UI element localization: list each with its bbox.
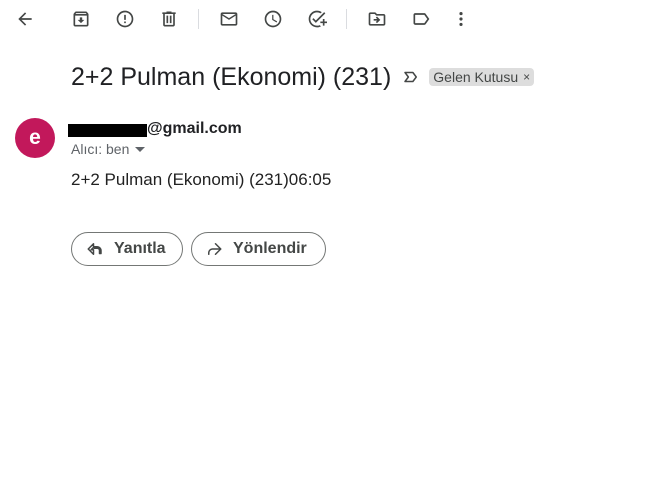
- forward-button[interactable]: Yönlendir: [191, 232, 326, 266]
- caret-down-icon: [135, 146, 146, 152]
- toolbar-divider: [198, 9, 199, 29]
- forward-icon: [208, 243, 222, 255]
- back-button[interactable]: [11, 5, 39, 33]
- sender-email-domain: @gmail.com: [147, 120, 242, 137]
- add-task-button[interactable]: [303, 5, 331, 33]
- more-options-button[interactable]: [447, 5, 475, 33]
- add-task-icon: [308, 10, 327, 28]
- forward-label: Yönlendir: [233, 240, 307, 257]
- reply-icon: [87, 243, 102, 255]
- more-vert-icon: [459, 12, 463, 26]
- mail-icon: [220, 12, 238, 26]
- importance-marker[interactable]: [402, 68, 420, 86]
- email-subject: 2+2 Pulman (Ekonomi) (231): [71, 62, 392, 91]
- toolbar-divider: [346, 9, 347, 29]
- delete-button[interactable]: [155, 5, 183, 33]
- label-icon: [413, 13, 430, 25]
- importance-icon: [404, 71, 418, 83]
- remove-label-button[interactable]: ×: [523, 70, 530, 84]
- message-toolbar: [0, 0, 669, 38]
- move-to-button[interactable]: [363, 5, 391, 33]
- archive-button[interactable]: [67, 5, 95, 33]
- clock-icon: [264, 10, 282, 28]
- label-chip-text: Gelen Kutusu: [433, 69, 519, 85]
- delete-icon: [162, 11, 176, 27]
- archive-icon: [73, 11, 89, 27]
- subject-row: 2+2 Pulman (Ekonomi) (231) Gelen Kutusu …: [71, 58, 535, 96]
- recipient-text: Alıcı: ben: [71, 141, 130, 157]
- reply-button[interactable]: Yanıtla: [71, 232, 183, 266]
- redacted-sender-name: [68, 123, 147, 137]
- recipient-details-toggle[interactable]: Alıcı: ben: [71, 140, 146, 158]
- mark-unread-button[interactable]: [215, 5, 243, 33]
- snooze-button[interactable]: [259, 5, 287, 33]
- sender-row: @gmail.com: [68, 119, 242, 139]
- label-button[interactable]: [407, 5, 435, 33]
- label-chip-inbox: Gelen Kutusu ×: [429, 68, 535, 86]
- reply-label: Yanıtla: [114, 240, 166, 257]
- message-body: 2+2 Pulman (Ekonomi) (231)06:05: [71, 170, 332, 189]
- report-spam-icon: [116, 10, 134, 28]
- report-spam-button[interactable]: [111, 5, 139, 33]
- move-to-folder-icon: [368, 12, 386, 26]
- arrow-back-icon: [18, 12, 32, 26]
- sender-avatar[interactable]: e: [15, 118, 55, 158]
